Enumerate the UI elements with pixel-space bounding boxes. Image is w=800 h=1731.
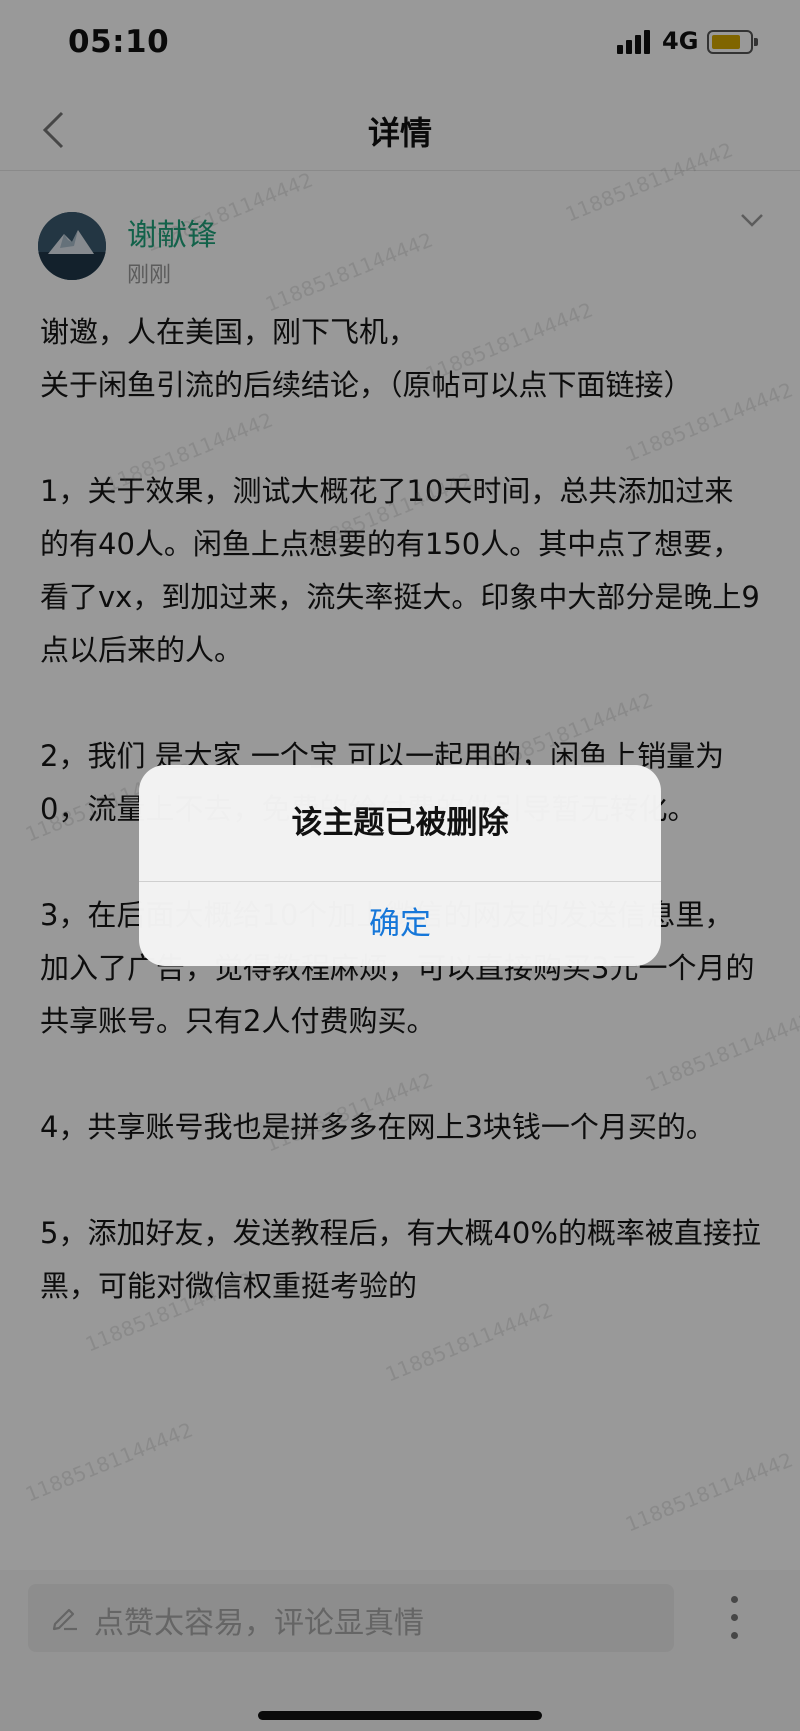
- dialog-message: 该主题已被删除: [291, 805, 509, 841]
- confirm-button[interactable]: 确定: [139, 882, 661, 966]
- alert-dialog: 该主题已被删除 确定: [139, 765, 661, 966]
